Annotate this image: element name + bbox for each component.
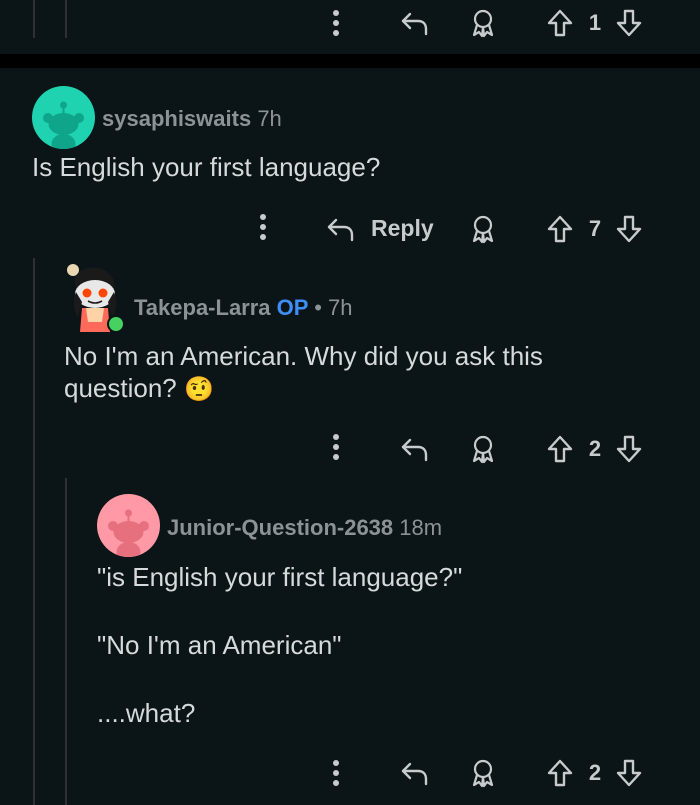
comment-text: Is English your first language? <box>32 152 381 182</box>
thread-line <box>33 258 35 805</box>
upvote-icon[interactable] <box>545 756 575 790</box>
upvote-icon[interactable] <box>545 6 575 40</box>
comment-author[interactable]: Junior-Question-2638 18m <box>167 515 442 541</box>
emoji: 🤨 <box>184 376 214 403</box>
comment-text-content: No I'm an American. Why did you ask this… <box>64 341 543 403</box>
comment-text: No I'm an American. Why did you ask this… <box>64 340 584 406</box>
reply-label[interactable]: Reply <box>371 215 434 242</box>
downvote-icon[interactable] <box>614 756 644 790</box>
comment-author[interactable]: Takepa-Larra OP • 7h <box>134 295 353 321</box>
reply-icon <box>324 212 358 246</box>
comment-author[interactable]: sysaphiswaits 7h <box>102 106 282 132</box>
thread-line <box>65 0 67 38</box>
comment-text-line: "No I'm an American" <box>97 630 342 660</box>
downvote-icon[interactable] <box>614 6 644 40</box>
snoo-avatar-icon[interactable] <box>64 262 126 334</box>
downvote-icon[interactable] <box>614 212 644 246</box>
meta-separator: • <box>314 295 322 320</box>
username[interactable]: Junior-Question-2638 <box>167 515 393 540</box>
downvote-icon[interactable] <box>614 432 644 466</box>
vote-count: 2 <box>588 760 602 785</box>
award-icon[interactable] <box>468 212 498 246</box>
vote-count: 2 <box>588 436 602 461</box>
award-icon[interactable] <box>468 432 498 466</box>
more-icon[interactable] <box>253 212 273 242</box>
username[interactable]: Takepa-Larra <box>134 295 271 320</box>
username[interactable]: sysaphiswaits <box>102 106 251 131</box>
thread-line <box>65 478 67 805</box>
comment-time: 7h <box>257 106 282 131</box>
op-badge: OP <box>276 295 309 320</box>
reply-icon[interactable] <box>398 432 432 466</box>
vote-count: 1 <box>588 10 602 35</box>
upvote-icon[interactable] <box>545 212 575 246</box>
comment-text-line: "is English your first language?" <box>97 562 463 592</box>
thread-line <box>33 0 35 38</box>
vote-count: 7 <box>588 216 602 241</box>
more-icon[interactable] <box>326 8 346 38</box>
online-dot-icon <box>109 317 123 331</box>
comment-time: 7h <box>328 295 353 320</box>
snoo-avatar-icon[interactable] <box>97 494 160 557</box>
upvote-icon[interactable] <box>545 432 575 466</box>
award-icon[interactable] <box>468 756 498 790</box>
snoo-avatar-icon[interactable] <box>32 86 95 149</box>
more-icon[interactable] <box>326 758 346 788</box>
award-icon[interactable] <box>468 6 498 40</box>
section-divider <box>0 54 700 68</box>
comment-time: 18m <box>399 515 443 540</box>
reply-icon[interactable] <box>398 756 432 790</box>
reply-icon[interactable] <box>398 6 432 40</box>
more-icon[interactable] <box>326 432 346 462</box>
comment-text-line: ....what? <box>97 698 196 728</box>
